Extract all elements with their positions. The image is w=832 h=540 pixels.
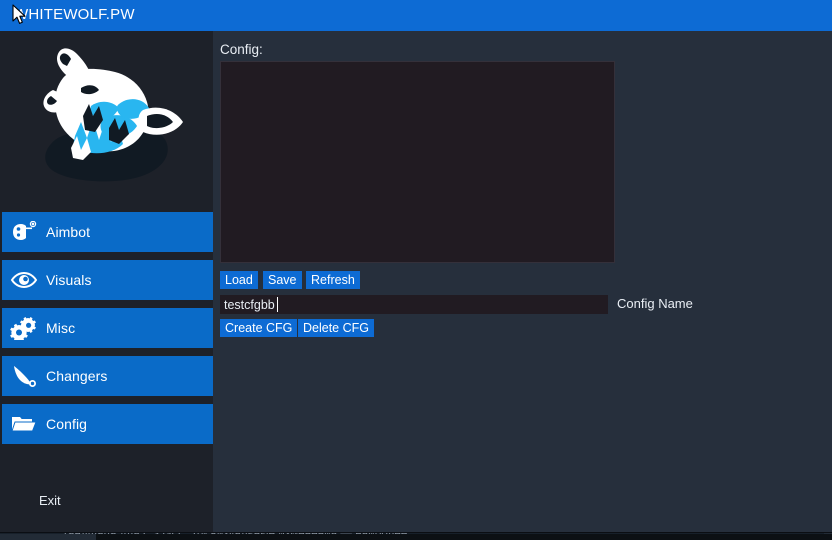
sidebar-item-visuals[interactable]: Visuals — [2, 260, 213, 300]
sidebar-item-label: Config — [46, 416, 87, 432]
config-listbox[interactable] — [220, 61, 615, 263]
sidebar-item-changers[interactable]: Changers — [2, 356, 213, 396]
refresh-button[interactable]: Refresh — [306, 271, 360, 289]
sidebar-item-label: Aimbot — [46, 224, 90, 240]
knife-icon — [2, 356, 46, 396]
save-button[interactable]: Save — [263, 271, 302, 289]
sidebar-item-config[interactable]: Config — [2, 404, 213, 444]
eye-icon — [2, 260, 46, 300]
folder-icon — [2, 404, 46, 444]
config-name-input[interactable] — [220, 295, 608, 314]
gears-icon — [2, 308, 46, 348]
load-button[interactable]: Load — [220, 271, 258, 289]
delete-cfg-button[interactable]: Delete CFG — [298, 319, 374, 337]
aimbot-head-crosshair-icon — [2, 212, 46, 252]
window-title: WHITEWOLF.PW — [14, 6, 135, 23]
sidebar-item-misc[interactable]: Misc — [2, 308, 213, 348]
sidebar-item-exit[interactable]: Exit — [0, 486, 213, 514]
text-caret — [277, 297, 278, 312]
sidebar-item-label: Visuals — [46, 272, 92, 288]
create-cfg-button[interactable]: Create CFG — [220, 319, 297, 337]
window-titlebar[interactable]: WHITEWOLF.PW — [0, 0, 832, 31]
cheat-menu-window: WHITEWOLF.PW — [0, 0, 832, 532]
sidebar-item-aimbot[interactable]: Aimbot — [2, 212, 213, 252]
background-bottom-band-left — [0, 534, 96, 540]
sidebar: Aimbot Visuals — [0, 31, 213, 532]
exit-label: Exit — [39, 493, 61, 508]
config-name-label: Config Name — [617, 296, 693, 311]
whitewolf-logo-icon — [19, 44, 195, 194]
main-content: Config: Load Save Refresh Config Name Cr… — [213, 31, 832, 532]
config-list-label: Config: — [220, 42, 263, 57]
sidebar-item-label: Changers — [46, 368, 108, 384]
sidebar-item-label: Misc — [46, 320, 75, 336]
logo-panel — [0, 31, 213, 207]
background-bottom-band — [0, 534, 832, 540]
